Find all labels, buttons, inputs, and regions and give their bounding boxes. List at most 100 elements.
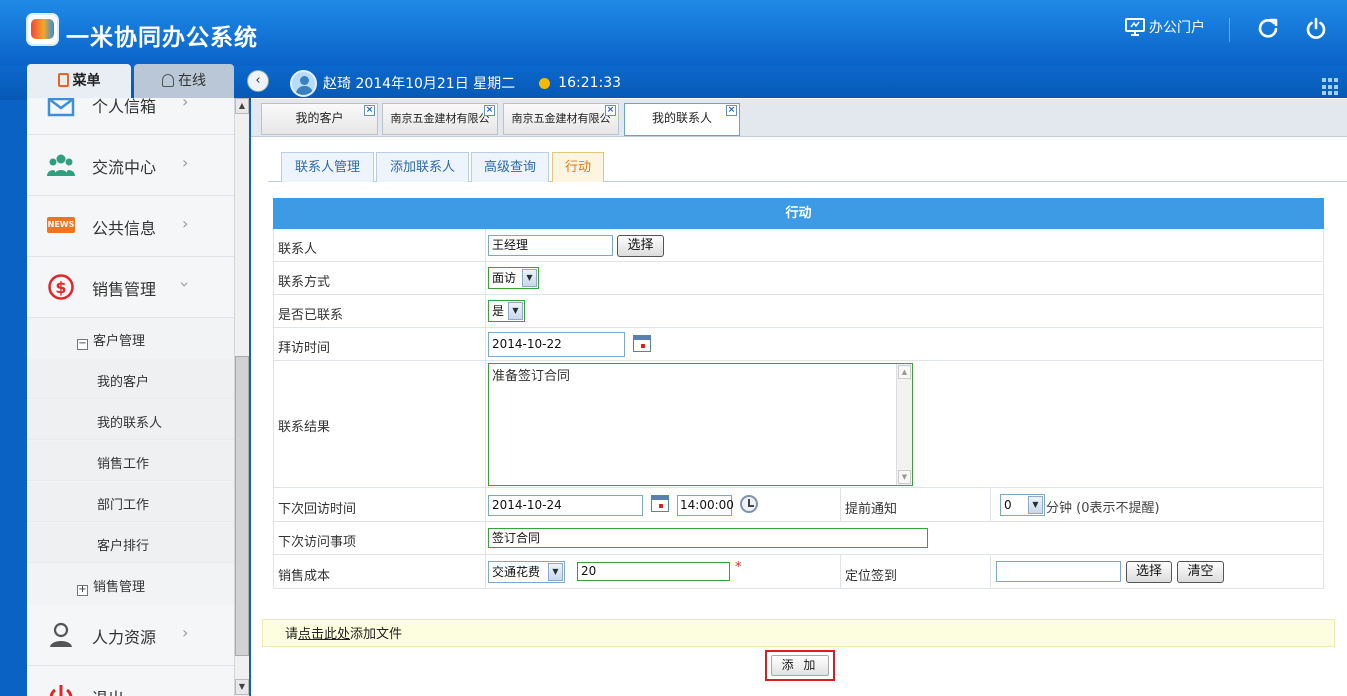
chevron-down-icon: ▼	[522, 269, 537, 287]
location-select-button[interactable]: 选择	[1126, 561, 1172, 583]
sidebar-item-label: 销售管理	[92, 280, 157, 299]
calendar-icon[interactable]	[651, 495, 669, 512]
scroll-down-arrow-icon[interactable]: ▼	[898, 470, 911, 484]
sidebar-item-mail[interactable]: 个人信箱 ›	[27, 98, 234, 135]
sidebar-sub-my-contacts[interactable]: 我的联系人	[27, 400, 234, 440]
next-time-label: 下次回访时间	[278, 502, 357, 517]
result-label: 联系结果	[278, 420, 331, 435]
contact-select-button[interactable]: 选择	[617, 235, 664, 257]
chevron-right-icon: ›	[182, 98, 189, 111]
location-input[interactable]	[996, 561, 1121, 582]
sidebar-scrollbar[interactable]: ▲ ▼	[234, 98, 249, 696]
refresh-icon[interactable]	[1257, 17, 1279, 39]
chevron-down-icon: ▼	[1028, 496, 1043, 514]
doc-tab-company-1[interactable]: 南京五金建材有限公 ×	[382, 103, 498, 135]
sidebar-item-logout[interactable]: 退出	[27, 666, 234, 696]
close-icon[interactable]: ×	[484, 105, 495, 116]
row-visit-time: 拜访时间 2014-10-22	[273, 328, 1324, 361]
next-item-label: 下次访问事项	[278, 535, 357, 550]
sidebar-item-hr[interactable]: 人力资源 ›	[27, 605, 234, 666]
sidebar-sub-my-customers[interactable]: 我的客户	[27, 359, 234, 399]
tab-add-contact[interactable]: 添加联系人	[376, 152, 469, 182]
scrollbar-thumb[interactable]	[235, 356, 249, 656]
chevron-down-icon: ▼	[548, 563, 563, 581]
contacted-label: 是否已联系	[278, 308, 344, 323]
apps-grid-icon[interactable]	[1322, 78, 1340, 96]
header-divider	[1229, 18, 1230, 42]
collapse-sidebar-button[interactable]: ‹	[247, 70, 269, 92]
scroll-up-arrow-icon[interactable]: ▲	[898, 365, 911, 379]
avatar	[290, 69, 317, 97]
sub-tab-label: 高级查询	[483, 160, 536, 175]
app-logo	[26, 13, 59, 46]
attach-prefix: 请	[285, 627, 299, 642]
sub-tab-label: 行动	[564, 160, 591, 175]
tree-node-sales-management[interactable]: + 销售管理	[77, 576, 145, 596]
calendar-icon[interactable]	[633, 335, 651, 352]
chevron-down-icon: ▼	[508, 302, 523, 320]
sub-item-label: 客户排行	[97, 539, 150, 554]
row-contact: 联系人 王经理 选择	[273, 229, 1324, 262]
doc-tab-label: 我的客户	[295, 111, 344, 125]
app-title: 一米协同办公系统	[66, 25, 258, 51]
sidebar-item-communication[interactable]: 交流中心 ›	[27, 135, 234, 196]
cost-type-select[interactable]: 交通花费 ▼	[488, 561, 565, 583]
form-title: 行动	[273, 198, 1324, 229]
scroll-down-arrow-icon[interactable]: ▼	[235, 679, 249, 695]
sub-item-label: 销售工作	[97, 457, 150, 472]
visit-time-label: 拜访时间	[278, 341, 331, 356]
power-icon[interactable]	[1305, 17, 1327, 39]
remind-select[interactable]: 0 ▼	[1000, 494, 1045, 516]
cost-label: 销售成本	[278, 569, 331, 584]
doc-tab-my-customers[interactable]: 我的客户 ×	[261, 103, 378, 135]
contacted-select[interactable]: 是 ▼	[488, 300, 525, 322]
tree-node-customer-management[interactable]: − 客户管理	[77, 330, 145, 350]
close-icon[interactable]: ×	[726, 105, 737, 116]
dollar-icon: $	[48, 274, 74, 300]
location-clear-button[interactable]: 清空	[1177, 561, 1224, 583]
scroll-up-arrow-icon[interactable]: ▲	[235, 98, 249, 114]
remind-unit: 分钟 (0表示不提醒)	[1046, 501, 1160, 516]
textarea-scrollbar[interactable]: ▲ ▼	[896, 364, 912, 485]
sidebar-sub-sales-work[interactable]: 销售工作	[27, 441, 234, 481]
next-date-input[interactable]: 2014-10-24	[488, 495, 643, 516]
doc-tab-my-contacts[interactable]: 我的联系人 ×	[624, 103, 740, 136]
tab-menu[interactable]: 菜单	[27, 64, 131, 98]
close-icon[interactable]: ×	[364, 105, 375, 116]
office-portal-button[interactable]: 办公门户	[1125, 17, 1205, 37]
sidebar-item-sales[interactable]: $ 销售管理 ›	[27, 257, 234, 318]
visit-time-input[interactable]: 2014-10-22	[488, 332, 625, 357]
cost-type-value: 交通花费	[492, 565, 541, 579]
doc-tab-company-2[interactable]: 南京五金建材有限公 ×	[503, 103, 619, 135]
add-button[interactable]: 添 加	[765, 650, 835, 681]
row-next-item: 下次访问事项 签订合同	[273, 522, 1324, 555]
chevron-right-icon: ›	[182, 214, 189, 233]
sidebar-sub-customer-ranking[interactable]: 客户排行	[27, 523, 234, 563]
sub-item-label: 部门工作	[97, 498, 150, 513]
method-select[interactable]: 面访 ▼	[488, 267, 539, 289]
chevron-right-icon: ›	[182, 153, 189, 172]
result-textarea[interactable]: 准备签订合同 ▲ ▼	[488, 363, 913, 486]
sidebar-item-label: 公共信息	[92, 219, 157, 238]
contact-input[interactable]: 王经理	[488, 235, 613, 256]
sidebar-item-public-info[interactable]: NEWS 公共信息 ›	[27, 196, 234, 257]
method-label: 联系方式	[278, 275, 331, 290]
next-item-input[interactable]: 签订合同	[488, 528, 928, 548]
cost-amount-input[interactable]: 20	[577, 562, 730, 581]
close-icon[interactable]: ×	[605, 105, 616, 116]
user-info: 赵琦 2014年10月21日 星期二 16:21:33	[290, 67, 621, 99]
time-picker-icon[interactable]	[740, 495, 758, 513]
office-portal-label: 办公门户	[1149, 20, 1205, 36]
remind-value: 0	[1004, 498, 1012, 512]
attach-file-link[interactable]: 点击此处	[298, 627, 350, 642]
tab-advanced-search[interactable]: 高级查询	[471, 152, 549, 182]
user-outline-icon	[162, 74, 174, 87]
tree-node-label: 销售管理	[93, 580, 146, 595]
next-clock-input[interactable]: 14:00:00	[677, 495, 734, 516]
row-sales-cost: 销售成本 交通花费 ▼ 20 * 定位签到 选择 清空	[273, 555, 1324, 589]
tab-action[interactable]: 行动	[552, 152, 604, 182]
tab-contact-management[interactable]: 联系人管理	[281, 152, 374, 182]
sidebar-sub-dept-work[interactable]: 部门工作	[27, 482, 234, 522]
tab-online[interactable]: 在线	[134, 64, 234, 98]
attachment-bar: 请点击此处添加文件	[262, 619, 1335, 647]
